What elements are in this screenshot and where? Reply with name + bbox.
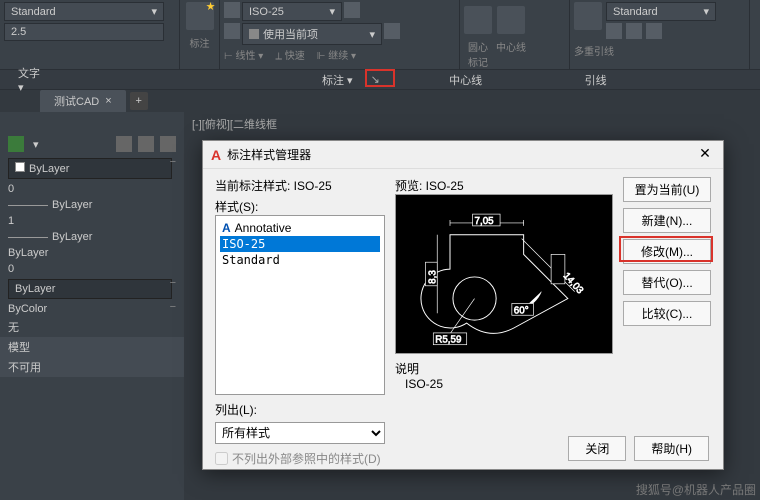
mleader-icon[interactable]	[574, 2, 602, 30]
style-list[interactable]: AAnnotative ISO-25 Standard	[215, 215, 385, 395]
doc-tabs: 测试CAD× +	[0, 90, 760, 112]
dim-radius: R5,59	[435, 335, 461, 346]
prop-lineweight[interactable]: ByLayer	[0, 229, 184, 245]
tool1-icon[interactable]	[116, 136, 132, 152]
dim-top: 7,05	[475, 216, 495, 227]
btn-help[interactable]: 帮助(H)	[634, 436, 709, 461]
no-xref-checkbox[interactable]: 不列出外部参照中的样式(D)	[215, 450, 385, 467]
dim-left: 8,3	[427, 270, 438, 284]
autocad-logo-icon: A	[211, 147, 221, 163]
desc-label: 说明	[395, 360, 613, 377]
sub-leader[interactable]: 引线	[521, 70, 671, 90]
current-style-label: 当前标注样式: ISO-25	[215, 177, 385, 194]
prop-color[interactable]: ByLayer	[8, 158, 172, 179]
preview-box: 7,05 8,3 14,03 60° R5,59	[395, 194, 613, 354]
linear-dim-btn[interactable]: ⊢ 线性 ▾	[224, 47, 263, 62]
ml2-icon[interactable]	[626, 23, 642, 39]
ribbon: Standard▾ 2.5 ★ 标注 ISO-25▾ 使用当前项▾ ⊢ 线性 ▾…	[0, 0, 760, 70]
text-height-dropdown[interactable]: 2.5	[4, 23, 164, 41]
styles-label: 样式(S):	[215, 198, 385, 215]
listout-label: 列出(L):	[215, 401, 385, 418]
prop-unusable: 不可用	[0, 357, 184, 377]
dim-style-manager-dialog: A 标注样式管理器 ✕ 当前标注样式: ISO-25 样式(S): AAnnot…	[202, 140, 724, 470]
prop-val-0b: 0	[0, 261, 184, 277]
quick-dim-btn[interactable]: ⟂ 快速	[275, 47, 304, 62]
ml1-icon[interactable]	[606, 23, 622, 39]
btn-override[interactable]: 替代(O)...	[623, 270, 711, 295]
center-mark-icon[interactable]	[464, 6, 492, 34]
continue-dim-btn[interactable]: ⊩ 继续 ▾	[317, 47, 356, 62]
highlight-modify	[619, 236, 713, 262]
dialog-close-icon[interactable]: ✕	[695, 145, 715, 165]
dialog-title: 标注样式管理器	[227, 146, 311, 163]
btn-close[interactable]: 关闭	[568, 436, 626, 461]
desc-value: ISO-25	[405, 377, 613, 391]
btn-compare[interactable]: 比较(C)...	[623, 301, 711, 326]
dim-small-icon[interactable]	[384, 23, 400, 39]
prop-val-0a: 0	[0, 181, 184, 197]
mleader-style-dropdown[interactable]: Standard▾	[606, 2, 716, 21]
dim-layer-dropdown[interactable]: 使用当前项▾	[242, 23, 382, 45]
highlight-expand	[365, 69, 395, 87]
text-style-dropdown[interactable]: Standard▾	[4, 2, 164, 21]
dim-tool-icon[interactable]	[224, 2, 240, 18]
layer-swatch-icon[interactable]	[224, 23, 240, 39]
sub-text[interactable]: 文字 ▾	[0, 63, 60, 96]
collapse-1[interactable]: −	[170, 156, 176, 168]
prop-model: 模型	[0, 337, 184, 357]
dim-update-icon[interactable]	[344, 2, 360, 18]
sel-icon[interactable]	[8, 136, 24, 152]
annotate-big-icon[interactable]: ★	[186, 2, 214, 30]
ml3-icon[interactable]	[646, 23, 662, 39]
btn-new[interactable]: 新建(N)...	[623, 208, 711, 233]
watermark: 搜狐号@机器人产品圈	[636, 481, 756, 498]
ribbon-panel-bar: 文字 ▾ 标注 ▾ ↘ 中心线 引线	[0, 70, 760, 90]
sub-annotate[interactable]: 标注 ▾	[304, 70, 371, 90]
style-annotative[interactable]: AAnnotative	[220, 220, 380, 236]
dim-angle: 60°	[514, 305, 529, 316]
tool3-icon[interactable]	[160, 136, 176, 152]
tab-add[interactable]: +	[130, 92, 148, 110]
style-standard[interactable]: Standard	[220, 252, 380, 268]
prop-linetype[interactable]: ByLayer	[0, 197, 184, 213]
tool2-icon[interactable]	[138, 136, 154, 152]
prop-val-1: 1	[0, 213, 184, 229]
prop-layer-row: ByLayer	[0, 245, 184, 261]
sub-midline[interactable]: 中心线	[411, 70, 521, 90]
prop-bycolor: ByColor	[0, 301, 184, 317]
collapse-2[interactable]: −	[170, 277, 176, 289]
prop-bylayer2[interactable]: ByLayer	[8, 279, 172, 299]
prop-none: 无	[0, 317, 184, 337]
list-filter-dropdown[interactable]: 所有样式	[215, 422, 385, 444]
dim-style-dropdown[interactable]: ISO-25▾	[242, 2, 342, 21]
annotate-label: 标注	[184, 35, 215, 50]
viewport-label[interactable]: [-][俯视][二维线框	[184, 112, 760, 136]
btn-set-current[interactable]: 置为当前(U)	[623, 177, 711, 202]
tab-close-icon[interactable]: ×	[105, 95, 111, 107]
preview-label: 预览: ISO-25	[395, 177, 613, 194]
centerline-icon[interactable]	[497, 6, 525, 34]
collapse-3[interactable]: −	[170, 301, 176, 313]
style-iso25[interactable]: ISO-25	[220, 236, 380, 252]
properties-sidebar: ▾ − ByLayer 0 ByLayer 1 ByLayer ByLayer …	[0, 112, 184, 500]
dialog-titlebar[interactable]: A 标注样式管理器 ✕	[203, 141, 723, 169]
